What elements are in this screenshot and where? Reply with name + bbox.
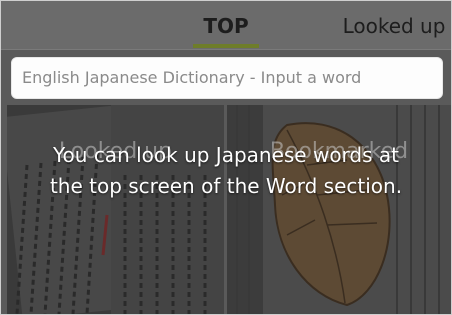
bookmarked-panel[interactable]: Bookmarked xyxy=(227,105,451,314)
tutorial-message: You can look up Japanese words at the to… xyxy=(0,140,452,202)
tutorial-line-2: the top screen of the Word section. xyxy=(49,174,403,198)
search-placeholder: English Japanese Dictionary - Input a wo… xyxy=(22,68,362,87)
tab-bar: TOP Looked up xyxy=(1,1,451,50)
book-page-image xyxy=(7,105,224,314)
active-tab-indicator xyxy=(193,44,259,48)
search-input[interactable]: English Japanese Dictionary - Input a wo… xyxy=(11,57,443,99)
tutorial-line-1: You can look up Japanese words at xyxy=(52,143,399,167)
tab-top[interactable]: TOP xyxy=(191,1,261,49)
tab-looked-up[interactable]: Looked up xyxy=(337,1,451,49)
bookmark-leaf-image xyxy=(227,105,451,314)
looked-up-panel[interactable]: Looked up xyxy=(7,105,224,314)
